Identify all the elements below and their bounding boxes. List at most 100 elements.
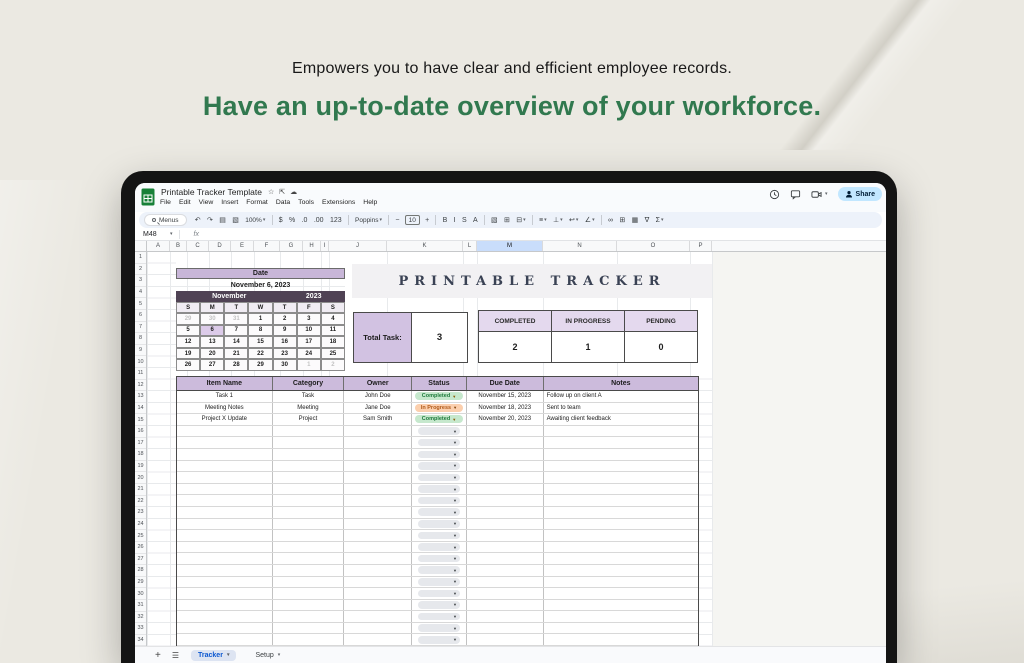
status-cell[interactable]: ▼: [412, 634, 467, 646]
notes-cell[interactable]: Awaiting client feedback: [544, 414, 698, 425]
row-header-25[interactable]: 25: [135, 530, 146, 542]
column-header-B[interactable]: B: [170, 241, 187, 251]
paint-format-icon[interactable]: ▧: [229, 216, 242, 224]
item-name-cell[interactable]: [177, 448, 273, 460]
status-dropdown[interactable]: ▼: [417, 520, 460, 528]
due-date-cell[interactable]: [467, 460, 544, 472]
due-date-cell[interactable]: [467, 599, 544, 611]
category-cell[interactable]: [273, 622, 345, 634]
row-header-30[interactable]: 30: [135, 588, 146, 600]
owner-cell[interactable]: [344, 495, 413, 506]
owner-cell[interactable]: [344, 541, 413, 553]
calendar-day[interactable]: 27: [200, 359, 225, 371]
row-header-19[interactable]: 19: [135, 461, 146, 473]
table-header-due-date[interactable]: Due Date: [467, 377, 544, 390]
notes-cell[interactable]: [544, 507, 698, 518]
merge-cells-icon[interactable]: ⊟ ▾: [513, 216, 529, 224]
calendar-day[interactable]: 3: [296, 313, 321, 325]
calendar-day[interactable]: 26: [176, 359, 201, 371]
owner-cell[interactable]: [344, 506, 413, 518]
column-header-I[interactable]: I: [321, 241, 329, 251]
summary-value-in-progress[interactable]: 1: [552, 332, 625, 362]
version-history-icon[interactable]: [769, 189, 780, 200]
status-dropdown[interactable]: ▼: [417, 612, 460, 621]
row-header-18[interactable]: 18: [135, 449, 146, 461]
status-cell[interactable]: ▼: [412, 541, 467, 553]
row-header-16[interactable]: 16: [135, 426, 146, 438]
notes-cell[interactable]: Sent to team: [544, 403, 698, 414]
status-cell[interactable]: ▼: [412, 472, 467, 483]
category-cell[interactable]: [273, 437, 345, 448]
increase-decimals-icon[interactable]: .00: [311, 217, 327, 224]
calendar-day[interactable]: 15: [248, 336, 273, 348]
column-header-K[interactable]: K: [387, 241, 463, 251]
due-date-cell[interactable]: November 18, 2023: [467, 402, 544, 414]
calendar-day[interactable]: 16: [272, 336, 297, 348]
bold-icon[interactable]: B: [439, 217, 450, 224]
owner-cell[interactable]: [344, 599, 413, 611]
status-cell[interactable]: ▼: [412, 588, 467, 599]
category-cell[interactable]: [273, 425, 345, 437]
summary-header-pending[interactable]: PENDING: [625, 311, 697, 332]
category-cell[interactable]: Meeting: [273, 402, 345, 414]
row-header-2[interactable]: 2: [135, 264, 146, 276]
category-cell[interactable]: [273, 576, 345, 588]
column-header-M[interactable]: M: [477, 241, 543, 251]
summary-header-in-progress[interactable]: IN PROGRESS: [552, 311, 625, 332]
status-cell[interactable]: ▼: [412, 448, 467, 460]
owner-cell[interactable]: [344, 425, 413, 437]
status-dropdown[interactable]: ▼: [417, 450, 460, 459]
comment-history-icon[interactable]: [790, 189, 801, 200]
row-header-3[interactable]: 3: [135, 275, 146, 287]
owner-cell[interactable]: [344, 576, 413, 588]
vertical-align-icon[interactable]: ⊥ ▾: [550, 216, 566, 224]
menu-tools[interactable]: Tools: [298, 199, 314, 206]
due-date-cell[interactable]: [467, 506, 544, 518]
category-cell[interactable]: [273, 541, 345, 553]
item-name-cell[interactable]: [177, 576, 273, 588]
category-cell[interactable]: Task: [273, 391, 345, 402]
due-date-cell[interactable]: November 15, 2023: [467, 391, 544, 402]
status-cell[interactable]: ▼: [412, 564, 467, 576]
total-task-label[interactable]: Total Task:: [354, 313, 412, 362]
status-cell[interactable]: ▼: [412, 576, 467, 588]
item-name-cell[interactable]: [177, 483, 273, 495]
menus-search[interactable]: Menus: [144, 214, 187, 226]
due-date-cell[interactable]: [467, 588, 544, 599]
column-header-J[interactable]: J: [329, 241, 387, 251]
notes-cell[interactable]: [544, 634, 698, 645]
category-cell[interactable]: [273, 495, 345, 506]
calendar-day[interactable]: 20: [200, 347, 225, 360]
category-cell[interactable]: [273, 553, 345, 564]
menu-extensions[interactable]: Extensions: [322, 199, 355, 206]
row-header-1[interactable]: 1: [135, 252, 146, 264]
row-header-9[interactable]: 9: [135, 345, 146, 357]
status-cell[interactable]: Completed ▼: [412, 414, 467, 425]
row-header-34[interactable]: 34: [135, 635, 146, 646]
table-header-item-name[interactable]: Item Name: [177, 377, 273, 390]
calendar-day[interactable]: 21: [224, 347, 249, 360]
format-currency-icon[interactable]: $: [276, 217, 286, 224]
owner-cell[interactable]: [344, 483, 413, 495]
category-cell[interactable]: [273, 611, 345, 622]
item-name-cell[interactable]: [177, 460, 273, 472]
strikethrough-icon[interactable]: S: [459, 217, 470, 224]
owner-cell[interactable]: [344, 437, 413, 448]
row-header-24[interactable]: 24: [135, 519, 146, 531]
status-cell[interactable]: ▼: [412, 622, 467, 634]
calendar-day[interactable]: 17: [296, 336, 321, 348]
status-dropdown[interactable]: ▼: [417, 531, 460, 540]
decrease-decimals-icon[interactable]: .0: [298, 217, 310, 224]
owner-cell[interactable]: John Doe: [344, 391, 413, 402]
text-color-icon[interactable]: A: [470, 217, 481, 224]
due-date-cell[interactable]: [467, 611, 544, 622]
notes-cell[interactable]: [544, 495, 698, 506]
notes-cell[interactable]: [544, 553, 698, 564]
item-name-cell[interactable]: Task 1: [177, 391, 273, 402]
cloud-status-icon[interactable]: ☁: [290, 188, 297, 196]
menu-view[interactable]: View: [199, 199, 214, 206]
due-date-cell[interactable]: [467, 448, 544, 460]
owner-cell[interactable]: Jane Doe: [344, 402, 413, 414]
calendar-day[interactable]: 5: [176, 324, 201, 337]
font-select[interactable]: Poppins ▾: [352, 217, 385, 224]
